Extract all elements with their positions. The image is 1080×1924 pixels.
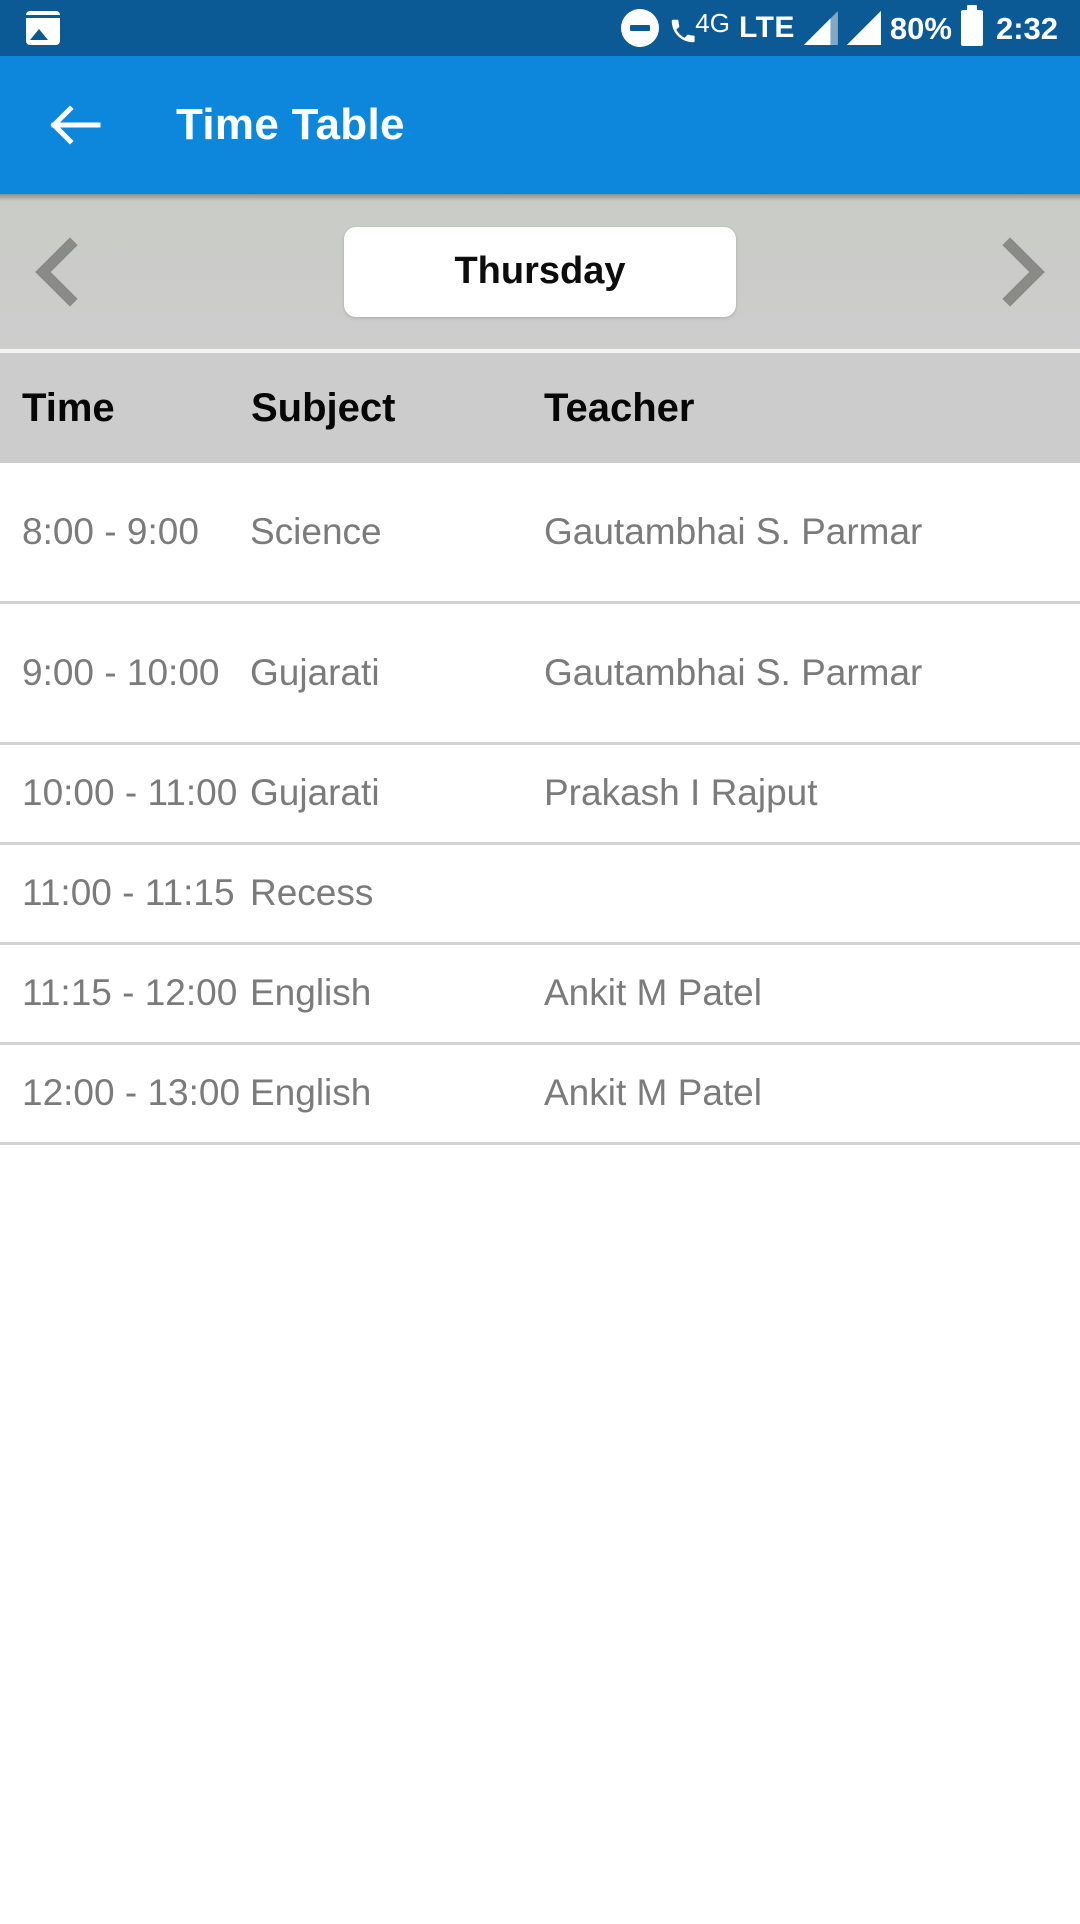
status-bar: 4G LTE 80% 2:32: [0, 0, 1080, 56]
signal-bars-icon: [846, 11, 881, 45]
cell-subject: English: [250, 1072, 372, 1114]
empty-list-area: [0, 1145, 1080, 1924]
status-bar-left: [26, 11, 621, 45]
cell-teacher: Gautambhai S. Parmar: [544, 510, 923, 552]
column-header-time: Time: [22, 385, 115, 430]
selected-day-pill[interactable]: Thursday: [344, 226, 736, 317]
table-row[interactable]: 10:00 - 11:00 Gujarati Prakash I Rajput: [0, 745, 1080, 845]
table-header-row: Time Subject Teacher: [0, 353, 1080, 463]
back-button[interactable]: [44, 94, 106, 156]
phone-handset-icon: 4G: [668, 8, 730, 48]
column-header-teacher: Teacher: [544, 385, 695, 430]
cell-time: 12:00 - 13:00: [22, 1072, 241, 1114]
table-row[interactable]: 8:00 - 9:00 Science Gautambhai S. Parmar: [0, 463, 1080, 604]
table-row[interactable]: 12:00 - 13:00 English Ankit M Patel: [0, 1045, 1080, 1145]
table-row[interactable]: 9:00 - 10:00 Gujarati Gautambhai S. Parm…: [0, 604, 1080, 745]
page-title: Time Table: [176, 100, 405, 149]
cell-teacher: Prakash I Rajput: [544, 772, 818, 814]
chevron-left-icon[interactable]: [30, 234, 105, 310]
do-not-disturb-icon: [621, 9, 660, 47]
table-row[interactable]: 11:15 - 12:00 English Ankit M Patel: [0, 945, 1080, 1045]
cell-teacher: Gautambhai S. Parmar: [544, 651, 923, 693]
cell-teacher: Ankit M Patel: [544, 972, 762, 1014]
cell-time: 9:00 - 10:00: [22, 651, 220, 693]
cell-teacher: Ankit M Patel: [544, 1072, 762, 1114]
clock-label: 2:32: [995, 10, 1058, 46]
cell-time: 10:00 - 11:00: [22, 772, 238, 814]
app-bar: Time Table: [0, 56, 1080, 194]
signal-bars-icon: [803, 11, 838, 45]
status-bar-right: 4G LTE 80% 2:32: [621, 8, 1058, 48]
day-selector: Thursday: [0, 194, 1080, 349]
cell-time: 11:15 - 12:00: [22, 972, 238, 1014]
column-header-subject: Subject: [251, 385, 396, 430]
lte-label: LTE: [738, 11, 795, 44]
cell-subject: English: [250, 972, 372, 1014]
timetable-content: Time Subject Teacher 8:00 - 9:00 Science…: [0, 353, 1080, 1924]
network-type-label: 4G: [695, 8, 730, 38]
chevron-right-icon[interactable]: [975, 234, 1050, 310]
battery-icon: [960, 10, 983, 46]
battery-percent-label: 80%: [889, 10, 952, 46]
selected-day-label: Thursday: [454, 250, 626, 292]
back-arrow-icon: [50, 105, 101, 145]
cell-subject: Gujarati: [250, 651, 380, 693]
cell-subject: Science: [250, 510, 382, 552]
gallery-icon: [26, 11, 60, 45]
table-row[interactable]: 11:00 - 11:15 Recess: [0, 845, 1080, 945]
cell-subject: Recess: [250, 872, 374, 914]
cell-subject: Gujarati: [250, 772, 380, 814]
cell-time: 8:00 - 9:00: [22, 510, 199, 552]
cell-time: 11:00 - 11:15: [22, 872, 235, 914]
